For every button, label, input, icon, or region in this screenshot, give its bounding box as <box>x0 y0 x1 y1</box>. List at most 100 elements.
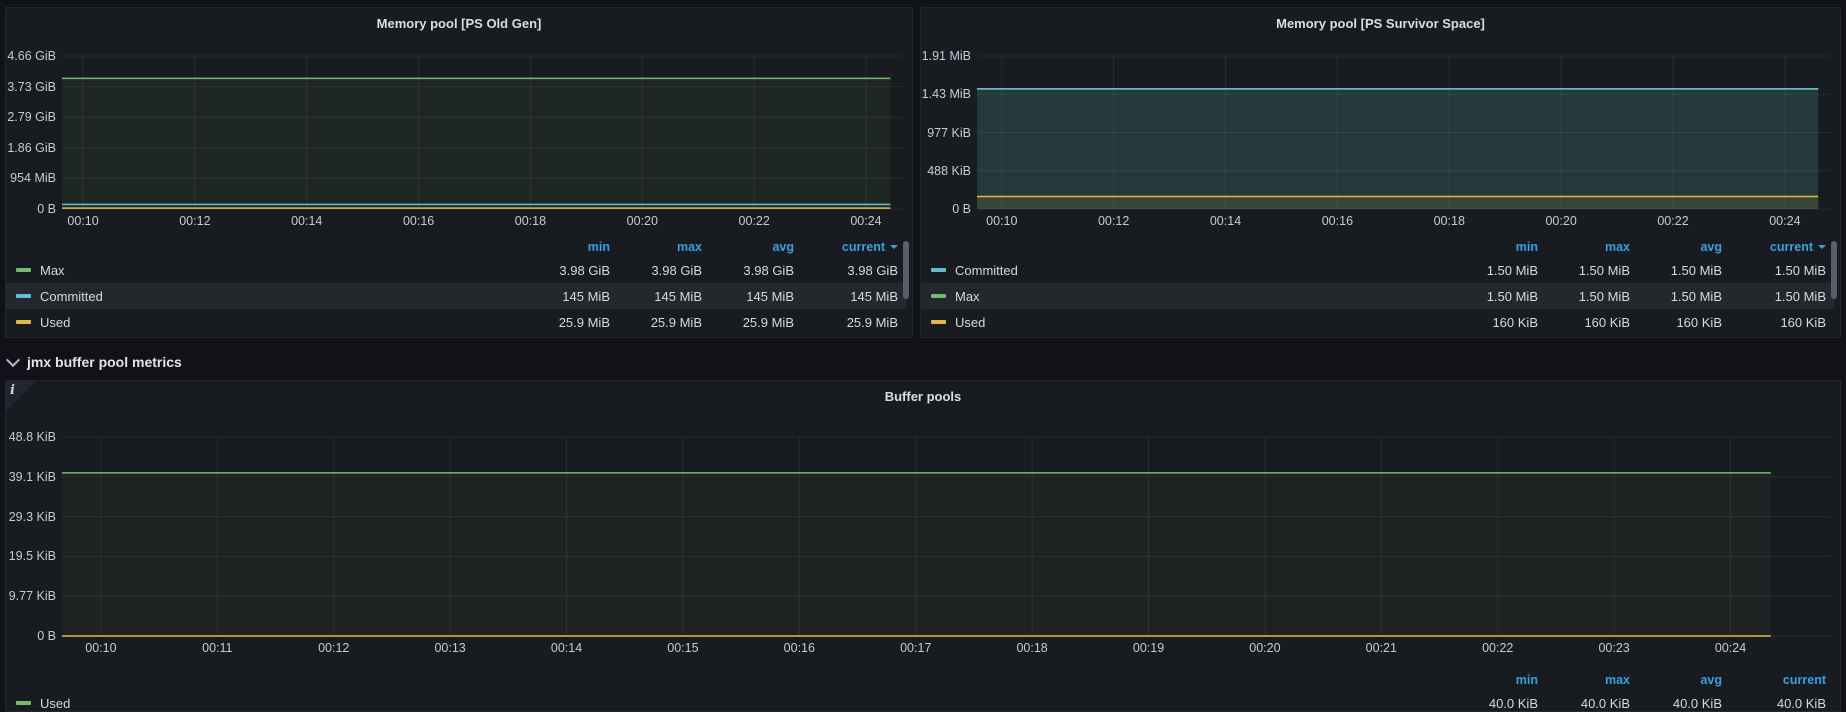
series-color-swatch <box>16 320 31 324</box>
x-axis-tick-label: 00:10 <box>85 641 116 655</box>
chart-plot-area[interactable] <box>62 56 903 209</box>
x-axis-tick-label: 00:12 <box>318 641 349 655</box>
chart-plot-area[interactable] <box>62 437 1831 636</box>
panel-title[interactable]: Memory pool [PS Old Gen] <box>6 8 912 38</box>
chart-plot-area[interactable] <box>977 56 1831 209</box>
legend-header-row: minmaxavgcurrent <box>6 237 906 257</box>
plot-container <box>62 56 903 209</box>
x-axis-tick-label: 00:23 <box>1598 641 1629 655</box>
legend-stat-header-max[interactable]: max <box>1546 673 1638 687</box>
legend-stat-value: 40.0 KiB <box>1730 696 1834 711</box>
x-axis-tick-label: 00:16 <box>403 214 434 228</box>
info-icon: i <box>10 383 15 398</box>
legend-stat-value: 145 MiB <box>526 289 618 304</box>
legend-stat-value: 160 KiB <box>1638 315 1730 330</box>
legend-header-row: minmaxavgcurrent <box>921 237 1834 257</box>
legend-stat-header-min[interactable]: min <box>1454 673 1546 687</box>
y-axis-tick-label: 0 B <box>37 629 56 643</box>
panel-title[interactable]: Memory pool [PS Survivor Space] <box>921 8 1840 38</box>
legend-table: minmaxavgcurrentUsed40.0 KiB40.0 KiB40.0… <box>6 670 1840 712</box>
legend-series-label[interactable]: Used <box>6 315 526 330</box>
panel-info-corner[interactable]: i <box>6 381 36 411</box>
legend-series-label[interactable]: Max <box>6 263 526 278</box>
legend-series-label[interactable]: Used <box>6 696 1454 711</box>
legend-stat-header-max[interactable]: max <box>618 240 710 254</box>
legend-stat-header-current[interactable]: current <box>802 240 906 254</box>
legend-scrollbar[interactable] <box>903 241 909 299</box>
panel-memory-pool-ps-survivor-space: Memory pool [PS Survivor Space] 1.91 MiB… <box>920 7 1841 338</box>
y-axis-tick-label: 9.77 KiB <box>9 589 56 603</box>
timeseries-chart-ps-survivor-space: 1.91 MiB1.43 MiB977 KiB488 KiB0 B 00:10 00… <box>921 56 1840 335</box>
dashboard-row-jmx-buffer-pool-metrics[interactable]: jmx buffer pool metrics <box>8 350 1846 374</box>
x-axis-tick-label: 00:16 <box>784 641 815 655</box>
legend-stat-value: 145 MiB <box>618 289 710 304</box>
legend-series-label[interactable]: Used <box>921 315 1454 330</box>
panel-buffer-pools: i Buffer pools 48.8 KiB39.1 KiB29.3 KiB1… <box>5 380 1841 712</box>
x-axis-tick-label: 00:13 <box>434 641 465 655</box>
legend-table: minmaxavgcurrentCommitted1.50 MiB1.50 Mi… <box>921 237 1840 335</box>
y-axis: 1.91 MiB1.43 MiB977 KiB488 KiB0 B <box>921 56 977 209</box>
legend-stat-value: 3.98 GiB <box>618 263 710 278</box>
legend-series-label[interactable]: Max <box>921 289 1454 304</box>
legend-stat-value: 25.9 MiB <box>526 315 618 330</box>
panel-memory-pool-ps-old-gen: Memory pool [PS Old Gen] 4.66 GiB3.73 Gi… <box>5 7 913 338</box>
grafana-dashboard: { "section": { "title": "jmx buffer pool… <box>0 0 1846 710</box>
y-axis-tick-label: 0 B <box>952 202 971 216</box>
sort-caret-down-icon <box>1818 245 1826 249</box>
legend-header-row: minmaxavgcurrent <box>6 670 1834 690</box>
x-axis: 00:1000:1200:1400:1600:1800:2000:2200:24 <box>62 211 903 233</box>
x-axis-tick-label: 00:15 <box>667 641 698 655</box>
legend-row: Max1.50 MiB1.50 MiB1.50 MiB1.50 MiB <box>921 283 1834 309</box>
legend-stat-value: 3.98 GiB <box>526 263 618 278</box>
x-axis-tick-label: 00:14 <box>1210 214 1241 228</box>
legend-stat-value: 1.50 MiB <box>1454 263 1546 278</box>
x-axis-tick-label: 00:14 <box>551 641 582 655</box>
legend-stat-value: 25.9 MiB <box>618 315 710 330</box>
legend-stat-value: 160 KiB <box>1730 315 1834 330</box>
x-axis-tick-label: 00:22 <box>1482 641 1513 655</box>
x-axis-tick-label: 00:18 <box>515 214 546 228</box>
row-title: jmx buffer pool metrics <box>27 354 182 370</box>
legend-stat-header-avg[interactable]: avg <box>1638 673 1730 687</box>
x-axis-tick-label: 00:10 <box>67 214 98 228</box>
legend-series-label[interactable]: Committed <box>6 289 526 304</box>
legend-stat-header-min[interactable]: min <box>1454 240 1546 254</box>
legend-scrollbar[interactable] <box>1831 241 1837 299</box>
x-axis-tick-label: 00:11 <box>202 641 232 655</box>
y-axis: 4.66 GiB3.73 GiB2.79 GiB1.86 GiB954 MiB0… <box>6 56 62 209</box>
legend-series-label[interactable]: Committed <box>921 263 1454 278</box>
x-axis-tick-label: 00:14 <box>291 214 322 228</box>
legend-stat-header-min[interactable]: min <box>526 240 618 254</box>
legend-row: Used25.9 MiB25.9 MiB25.9 MiB25.9 MiB <box>6 309 906 335</box>
x-axis-tick-label: 00:24 <box>850 214 881 228</box>
y-axis-tick-label: 19.5 KiB <box>9 549 56 563</box>
legend-stat-value: 40.0 KiB <box>1454 696 1546 711</box>
series-color-swatch <box>16 294 31 298</box>
legend-stat-value: 40.0 KiB <box>1546 696 1638 711</box>
x-axis-tick-label: 00:18 <box>1434 214 1465 228</box>
legend-stat-value: 25.9 MiB <box>710 315 802 330</box>
legend-row: Max3.98 GiB3.98 GiB3.98 GiB3.98 GiB <box>6 257 906 283</box>
series-color-swatch <box>16 701 31 705</box>
y-axis-tick-label: 2.79 GiB <box>7 110 56 124</box>
timeseries-chart-ps-old-gen: 4.66 GiB3.73 GiB2.79 GiB1.86 GiB954 MiB0… <box>6 56 912 335</box>
plot-row: 4.66 GiB3.73 GiB2.79 GiB1.86 GiB954 MiB0… <box>6 56 912 209</box>
plot-row: 1.91 MiB1.43 MiB977 KiB488 KiB0 B <box>921 56 1840 209</box>
y-axis-tick-label: 977 KiB <box>927 126 971 140</box>
legend-row: Used40.0 KiB40.0 KiB40.0 KiB40.0 KiB <box>6 690 1834 712</box>
legend-row: Committed1.50 MiB1.50 MiB1.50 MiB1.50 Mi… <box>921 257 1834 283</box>
legend-stat-header-avg[interactable]: avg <box>1638 240 1730 254</box>
x-axis-tick-label: 00:10 <box>986 214 1017 228</box>
panel-title[interactable]: Buffer pools <box>6 381 1840 411</box>
x-axis-tick-label: 00:22 <box>1657 214 1688 228</box>
y-axis: 48.8 KiB39.1 KiB29.3 KiB19.5 KiB9.77 KiB… <box>6 437 62 636</box>
legend-stat-header-avg[interactable]: avg <box>710 240 802 254</box>
legend-stat-header-current[interactable]: current <box>1730 673 1834 687</box>
y-axis-tick-label: 1.91 MiB <box>922 49 971 63</box>
x-axis-tick-label: 00:12 <box>1098 214 1129 228</box>
legend-stat-header-max[interactable]: max <box>1546 240 1638 254</box>
sort-caret-down-icon <box>890 245 898 249</box>
x-axis-tick-label: 00:20 <box>1545 214 1576 228</box>
x-axis-tick-label: 00:19 <box>1133 641 1164 655</box>
legend-stat-header-current[interactable]: current <box>1730 240 1834 254</box>
